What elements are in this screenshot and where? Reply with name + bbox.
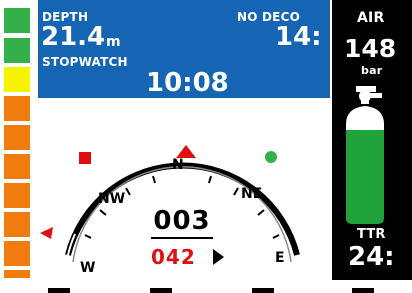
ascent-rate-segment bbox=[4, 96, 30, 121]
depth-value: 21.4 bbox=[41, 22, 106, 52]
left-arrow-icon bbox=[40, 227, 53, 239]
softkey-2[interactable] bbox=[150, 288, 172, 293]
compass: N NW NE W E 003 042 bbox=[38, 100, 330, 280]
dive-computer-screen: DEPTH 21.4 m NO DECO 14: STOPWATCH 10:08… bbox=[0, 0, 412, 293]
bearing-display: 042 bbox=[151, 245, 224, 269]
no-deco-value: 14: bbox=[275, 22, 322, 52]
air-tank-icon bbox=[346, 86, 384, 224]
depth-unit: m bbox=[106, 34, 121, 50]
target-marker-icon bbox=[265, 151, 277, 163]
ascent-rate-segment bbox=[4, 67, 30, 92]
ascent-rate-segment bbox=[4, 212, 30, 237]
stopwatch-value: 10:08 bbox=[146, 68, 229, 98]
ascent-rate-segment bbox=[4, 154, 30, 179]
bearing-value: 042 bbox=[151, 245, 196, 269]
cardinal-nw: NW bbox=[98, 191, 126, 207]
cardinal-w: W bbox=[80, 260, 96, 276]
softkey-3[interactable] bbox=[252, 288, 274, 293]
air-panel: AIR 148 bar TTR 24: bbox=[332, 0, 412, 280]
ascent-rate-segment bbox=[4, 8, 30, 33]
bearing-marker-icon bbox=[79, 152, 91, 164]
heading-display: 003 bbox=[147, 208, 217, 239]
bearing-arrow-icon bbox=[213, 249, 224, 265]
air-pressure-value: 148 bbox=[344, 34, 397, 63]
dive-info-panel: DEPTH 21.4 m NO DECO 14: STOPWATCH 10:08 bbox=[38, 0, 330, 98]
ascent-rate-segment bbox=[4, 241, 30, 266]
ttr-label: TTR bbox=[357, 227, 386, 242]
stopwatch-label: STOPWATCH bbox=[42, 55, 128, 69]
ascent-rate-segment bbox=[4, 38, 30, 63]
ascent-rate-segment bbox=[4, 125, 30, 150]
heading-value: 003 bbox=[153, 206, 211, 236]
ascent-rate-segment bbox=[4, 270, 30, 278]
ttr-value: 24: bbox=[348, 242, 395, 272]
ascent-rate-segment bbox=[4, 183, 30, 208]
softkey-4[interactable] bbox=[352, 288, 374, 293]
cardinal-ne: NE bbox=[241, 186, 263, 202]
air-label: AIR bbox=[357, 10, 385, 26]
air-pressure-unit: bar bbox=[361, 64, 383, 77]
cardinal-e: E bbox=[275, 250, 285, 266]
ascent-rate-bar bbox=[0, 0, 34, 293]
softkey-1[interactable] bbox=[48, 288, 70, 293]
heading-divider bbox=[151, 237, 213, 239]
cardinal-n: N bbox=[172, 157, 184, 173]
